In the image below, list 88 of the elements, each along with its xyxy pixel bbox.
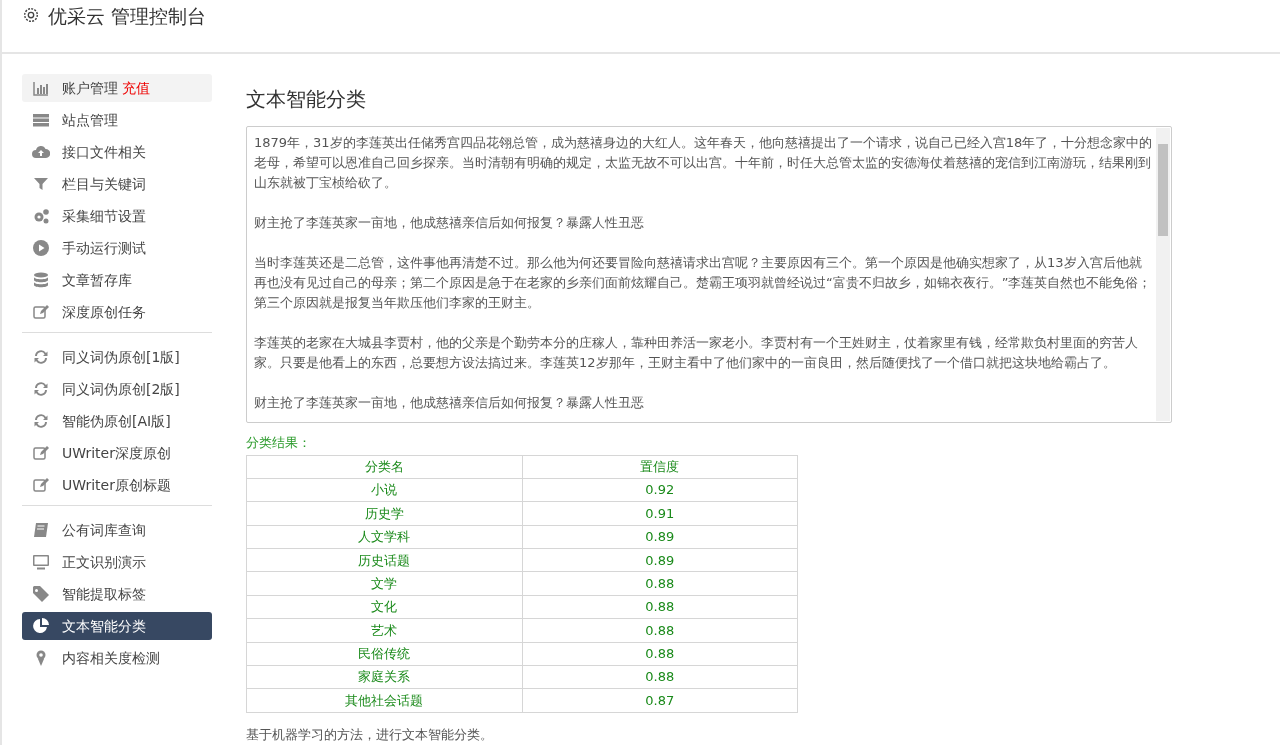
sidebar-item[interactable]: 深度原创任务 bbox=[22, 298, 212, 326]
cloud-upload-icon bbox=[32, 143, 50, 161]
sidebar-item-label: 手动运行测试 bbox=[62, 238, 146, 258]
sidebar-item-label: 站点管理 bbox=[62, 110, 118, 130]
text-input-area[interactable] bbox=[246, 126, 1172, 423]
table-cell: 0.92 bbox=[522, 478, 798, 502]
refresh-icon bbox=[32, 348, 50, 366]
sidebar-item-label: 公有词库查询 bbox=[62, 520, 146, 540]
paragraph-text: 当时李莲英还是二总管，这件事他再清楚不过。那么他为何还要冒险向慈禧请求出宫呢？主要原因有三个。第一个原因是他确实想家了，从13岁入宫后他就再也没有见过自己的母亲；第二个原因是急于在老家的乡亲们面前炫耀自己。楚霸王项羽就曾经说过“富贵不归故乡，如锦衣夜行。”李莲英自然也不能免俗；第三个原因就是报复当年欺压他们李家的王财主。 bbox=[254, 254, 1153, 312]
table-cell: 人文学科 bbox=[246, 525, 522, 549]
table-cell: 0.88 bbox=[522, 665, 798, 689]
table-cell: 0.87 bbox=[522, 688, 798, 713]
sidebar-item-label: 采集细节设置 bbox=[62, 206, 146, 226]
sidebar-item-label: 接口文件相关 bbox=[62, 142, 146, 162]
server-icon bbox=[32, 111, 50, 129]
sidebar-item[interactable]: 公有词库查询 bbox=[22, 516, 212, 544]
result-label: 分类结果： bbox=[246, 434, 312, 452]
sidebar-item[interactable]: 账户管理 充值 bbox=[22, 74, 212, 102]
refresh-icon bbox=[32, 412, 50, 430]
pie-chart-icon bbox=[32, 617, 50, 635]
table-cell: 0.89 bbox=[522, 548, 798, 572]
sidebar-item[interactable]: 同义词伪原创[2版] bbox=[22, 375, 212, 403]
sidebar-item-label: 内容相关度检测 bbox=[62, 648, 160, 668]
sidebar-item-label: 同义词伪原创[1版] bbox=[62, 347, 180, 367]
sidebar-item-label: 智能提取标签 bbox=[62, 584, 146, 604]
filter-icon bbox=[32, 175, 50, 193]
table-cell: 历史话题 bbox=[246, 548, 522, 572]
sidebar-item-label: 正文识别演示 bbox=[62, 552, 146, 572]
book-icon bbox=[32, 521, 50, 539]
table-cell: 文化 bbox=[246, 595, 522, 619]
sidebar-item[interactable]: 智能提取标签 bbox=[22, 580, 212, 608]
sidebar-item-label: 文本智能分类 bbox=[62, 616, 146, 636]
edit-icon bbox=[32, 303, 50, 321]
sidebar-item[interactable]: 文本智能分类 bbox=[22, 612, 212, 640]
page-title: 文本智能分类 bbox=[246, 86, 367, 113]
sidebar-item[interactable]: 采集细节设置 bbox=[22, 202, 212, 230]
monitor-icon bbox=[32, 553, 50, 571]
scrollbar-thumb[interactable] bbox=[1158, 144, 1168, 236]
paragraph-text: 财主抢了李莲英家一亩地，他成慈禧亲信后如何报复？暴露人性丑恶 bbox=[254, 214, 645, 232]
paragraph-text: 财主抢了李莲英家一亩地，他成慈禧亲信后如何报复？暴露人性丑恶 bbox=[254, 394, 645, 412]
table-cell: 艺术 bbox=[246, 618, 522, 643]
sidebar-item[interactable]: 手动运行测试 bbox=[22, 234, 212, 262]
refresh-icon bbox=[32, 380, 50, 398]
table-cell: 小说 bbox=[246, 478, 522, 502]
sidebar-item[interactable]: 接口文件相关 bbox=[22, 138, 212, 166]
description-text: 基于机器学习的方法，进行文本智能分类。 bbox=[246, 725, 494, 744]
paragraph-text: 李莲英的老家在大城县李贾村，他的父亲是个勤劳本分的庄稼人，靠种田养活一家老小。李贾村有一个王姓财主，仗着家里有钱，经常欺负村里面的穷苦人家。只要是他看上的东西，总要想方设法搞过来。李莲英12岁那年，王财主看中了他们家中的一亩良田，然后随便找了一个借口就把这块地给霸占了。 bbox=[254, 334, 1139, 372]
table-cell: 0.88 bbox=[522, 595, 798, 619]
table-cell: 其他社会话题 bbox=[246, 688, 522, 713]
sidebar-item-label: 栏目与关键词 bbox=[62, 174, 146, 194]
sidebar-item[interactable]: UWriter原创标题 bbox=[22, 471, 212, 499]
sidebar-item-label: 同义词伪原创[2版] bbox=[62, 379, 180, 399]
sidebar-item-label: 深度原创任务 bbox=[62, 302, 146, 322]
bar-chart-icon bbox=[32, 79, 50, 97]
table-cell: 0.88 bbox=[522, 571, 798, 596]
table-cell: 历史学 bbox=[246, 501, 522, 526]
sidebar-item[interactable]: UWriter深度原创 bbox=[22, 439, 212, 467]
column-header: 分类名 bbox=[246, 455, 522, 479]
sidebar-item[interactable]: 正文识别演示 bbox=[22, 548, 212, 576]
table-cell: 0.91 bbox=[522, 501, 798, 526]
sidebar-item-label: 文章暂存库 bbox=[62, 270, 132, 290]
sidebar-item[interactable]: 文章暂存库 bbox=[22, 266, 212, 294]
sidebar-item-label: UWriter原创标题 bbox=[62, 475, 171, 495]
sidebar-item-label: UWriter深度原创 bbox=[62, 443, 171, 463]
tag-icon bbox=[32, 585, 50, 603]
paragraph-text: 1879年，31岁的李莲英出任储秀宫四品花翎总管，成为慈禧身边的大红人。这年春天，他向慈禧提出了一个请求，说自己已经入宫18年了，十分想念家中的老母，希望可以恩准自己回乡探亲。当时清朝有明确的规定，太监无故不可以出宫。十年前，时任大总管太监的安德海仗着慈禧的宠信到江南游玩，结果刚到山东就被丁宝桢给砍了。 bbox=[254, 134, 1153, 192]
edit-icon bbox=[32, 444, 50, 462]
recharge-link[interactable]: 充值 bbox=[122, 77, 150, 99]
edit-icon bbox=[32, 476, 50, 494]
app-title: 优采云 管理控制台 bbox=[48, 4, 207, 29]
table-cell: 0.89 bbox=[522, 525, 798, 549]
sidebar-item[interactable]: 智能伪原创[AI版] bbox=[22, 407, 212, 435]
gears-icon bbox=[32, 207, 50, 225]
sidebar-item-label: 账户管理 bbox=[62, 78, 118, 98]
table-cell: 家庭关系 bbox=[246, 665, 522, 689]
sidebar-item-label: 智能伪原创[AI版] bbox=[62, 411, 171, 431]
table-cell: 文学 bbox=[246, 571, 522, 596]
table-cell: 0.88 bbox=[522, 642, 798, 666]
database-icon bbox=[32, 271, 50, 289]
sidebar-item[interactable]: 站点管理 bbox=[22, 106, 212, 134]
settings-icon bbox=[22, 6, 40, 24]
table-cell: 民俗传统 bbox=[246, 642, 522, 666]
sidebar-item[interactable]: 内容相关度检测 bbox=[22, 644, 212, 672]
sidebar-item[interactable]: 同义词伪原创[1版] bbox=[22, 343, 212, 371]
table-cell: 0.88 bbox=[522, 618, 798, 643]
play-icon bbox=[32, 239, 50, 257]
sidebar-item[interactable]: 栏目与关键词 bbox=[22, 170, 212, 198]
column-header: 置信度 bbox=[522, 455, 798, 479]
